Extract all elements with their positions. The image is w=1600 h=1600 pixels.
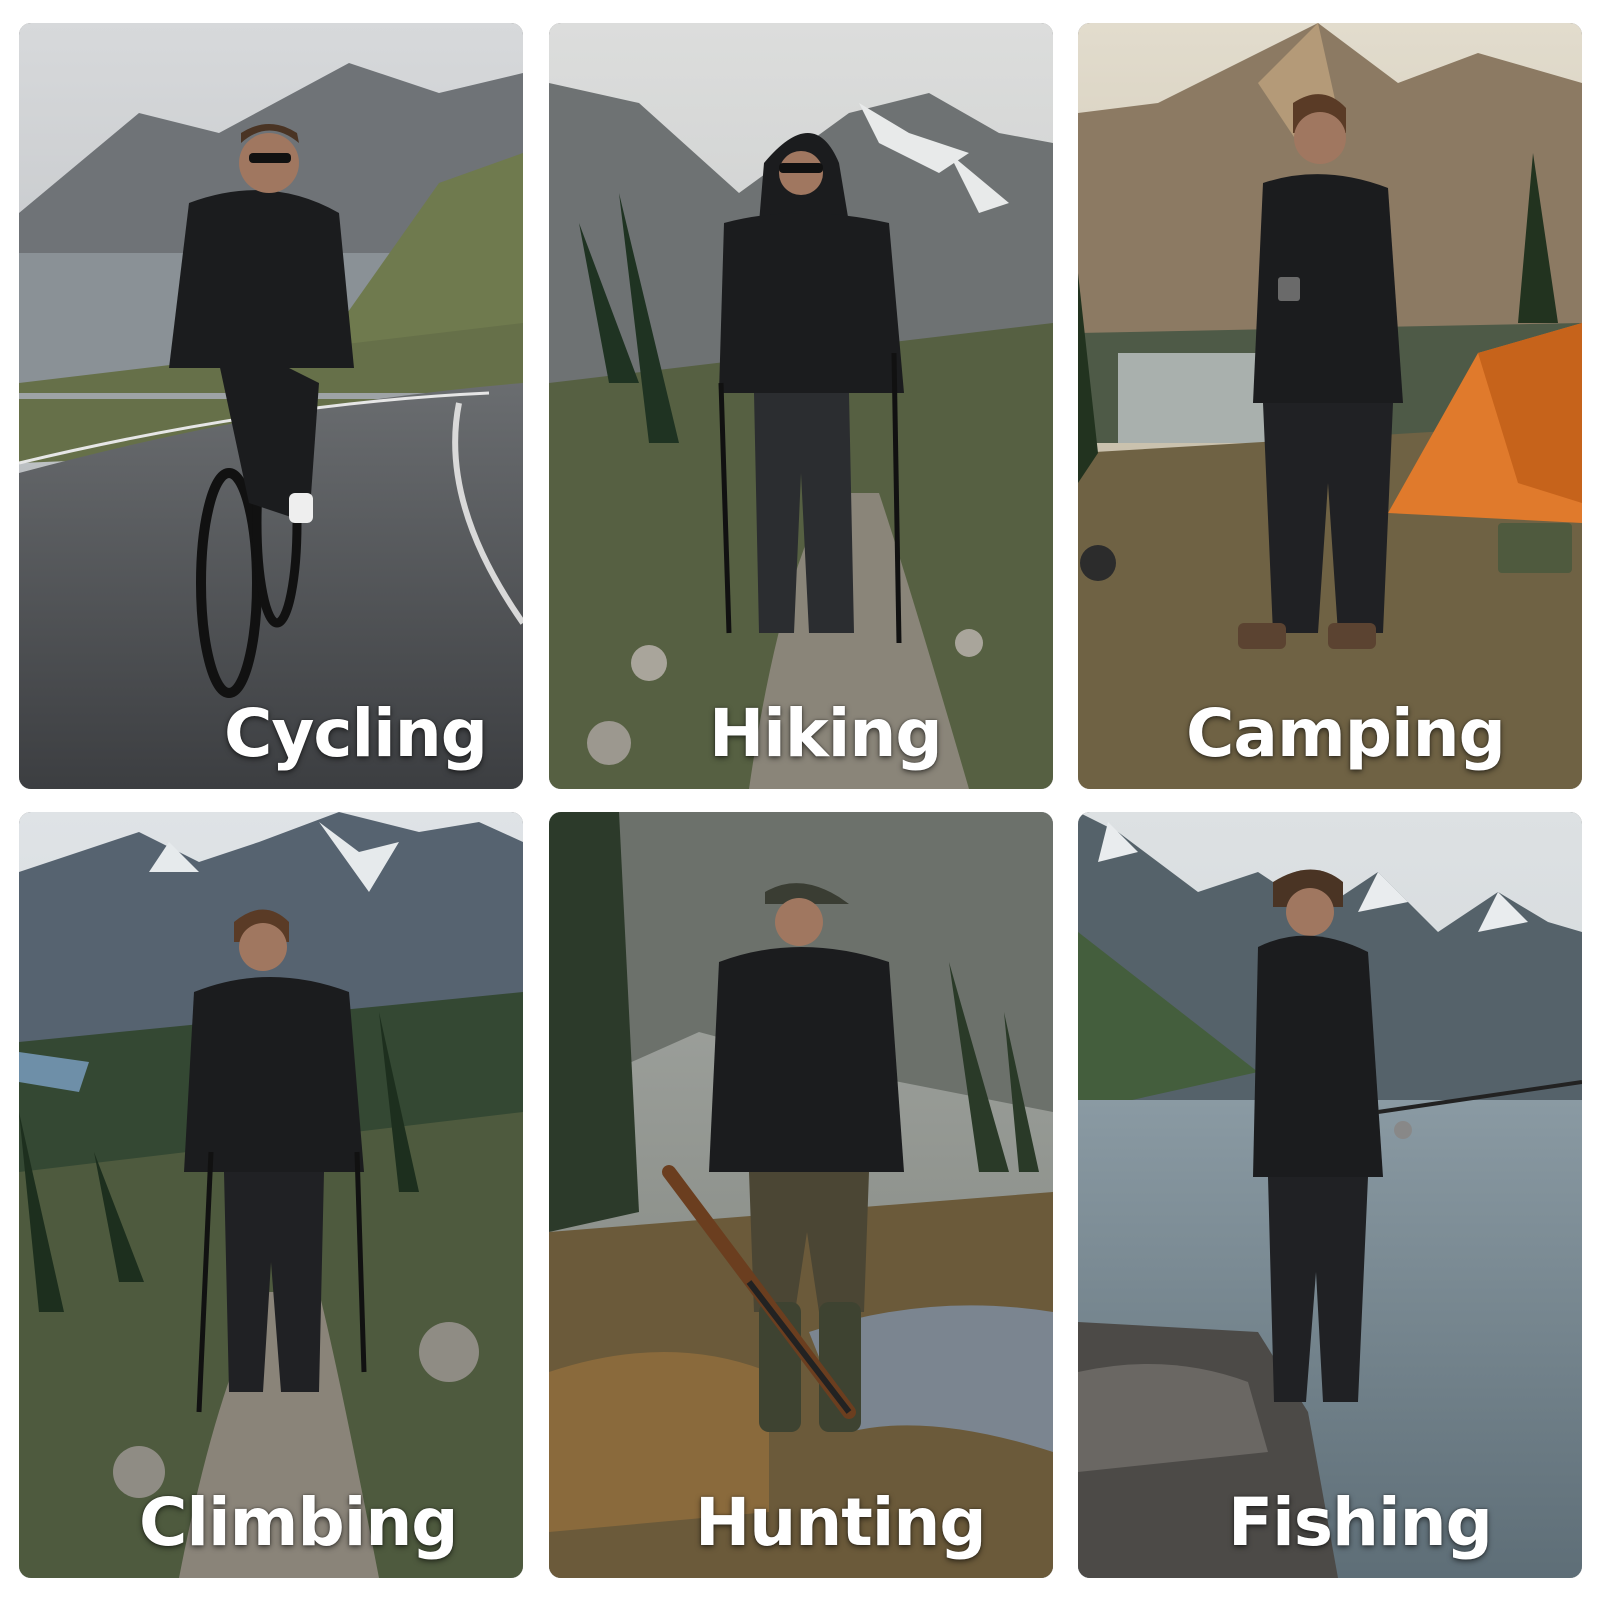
tile-label: Climbing [139,1484,459,1561]
tile-hunting: Hunting [549,812,1053,1578]
tile-label: Hiking [709,695,943,772]
tile-camping: Camping [1078,23,1582,789]
fishing-photo [1078,812,1582,1578]
climbing-photo [19,812,523,1578]
tile-hiking: Hiking [549,23,1053,789]
camping-photo [1078,23,1582,789]
tile-label: Fishing [1228,1484,1493,1561]
tile-cycling: Cycling [19,23,523,789]
tile-label: Cycling [223,695,488,772]
tile-label: Camping [1186,695,1506,772]
hiking-photo [549,23,1053,789]
activity-grid: Cycling Hiking Camping Climbing Hunting … [0,0,1600,1600]
hunting-photo [549,812,1053,1578]
tile-label: Hunting [695,1484,987,1561]
tile-fishing: Fishing [1078,812,1582,1578]
cycling-photo [19,23,523,789]
tile-climbing: Climbing [19,812,523,1578]
